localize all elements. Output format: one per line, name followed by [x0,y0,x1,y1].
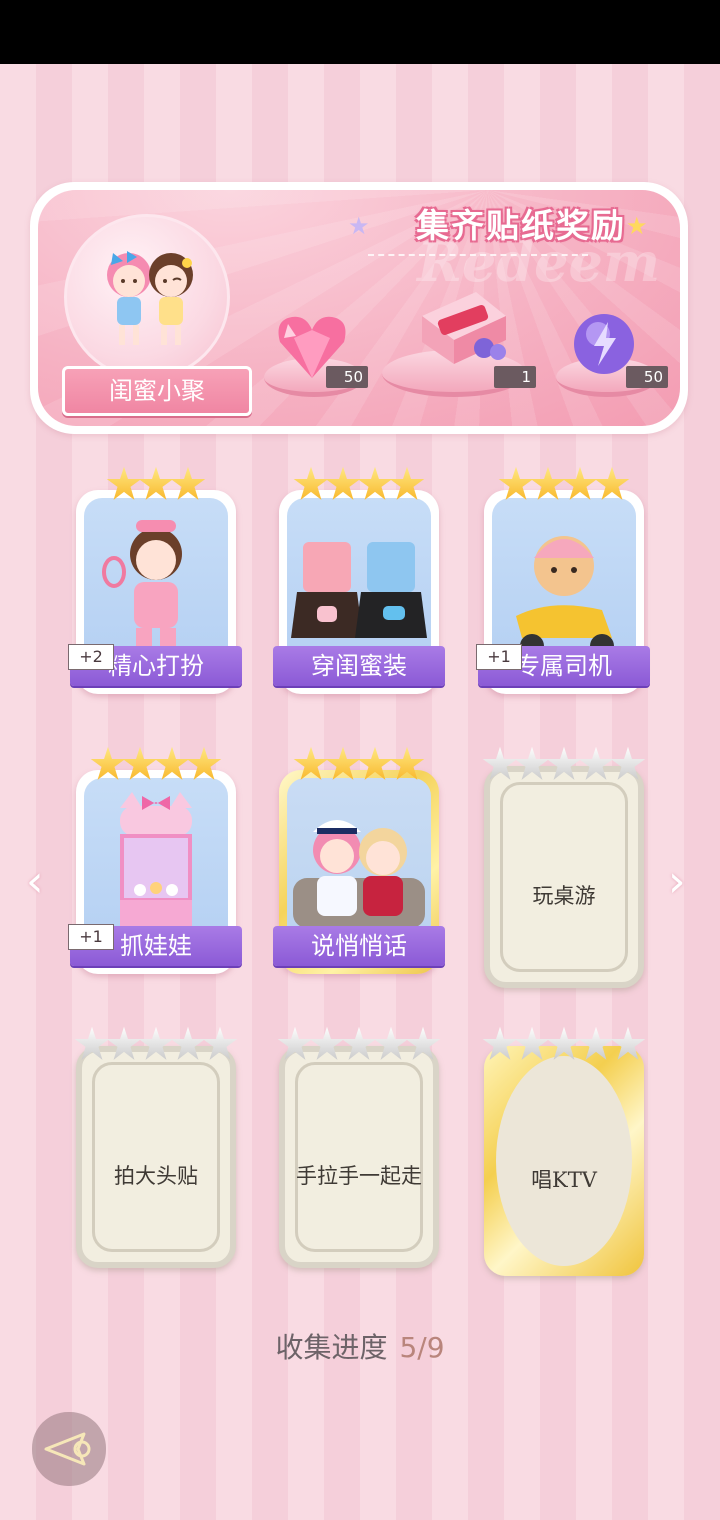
gold-star-icon [357,746,393,780]
grey-star-icon [309,1026,345,1060]
gold-star-icon [138,466,174,500]
sticker-card-claw-machine[interactable]: 抓娃娃 +1 [68,746,242,976]
friends-gathering-label: 闺蜜小聚 [62,366,252,416]
duplicate-count-tag: +2 [68,644,114,670]
grey-star-icon [546,746,582,780]
gold-star-icon [293,466,329,500]
card-stars [482,746,646,786]
grey-star-icon [610,746,646,780]
star-icon: ★ [348,212,370,240]
chevron-left-icon[interactable]: ‹ [26,856,44,907]
sticker-card-walk-hand-in-hand[interactable]: 手拉手一起走 [277,1026,441,1282]
grey-star-icon [546,1026,582,1060]
gold-star-icon [293,746,329,780]
gold-star-icon [186,746,222,780]
progress-label: 收集进度 [275,1331,388,1364]
sticker-card-dress-up[interactable]: 精心打扮 +2 [68,466,242,696]
card-stars [76,746,236,786]
card-name: 唱KTV [531,1168,597,1192]
card-stars [277,1026,441,1066]
sticker-card-whisper[interactable]: 说悄悄话 [273,746,445,976]
grey-star-icon [74,1026,110,1060]
gold-star-icon [154,746,190,780]
gold-star-icon [106,466,142,500]
reward-count: 1 [494,366,536,388]
card-name: 穿闺蜜装 [273,646,445,686]
gold-star-icon [90,746,126,780]
collection-progress: 收集进度 5/9 [0,1326,720,1366]
grey-star-icon [106,1026,142,1060]
reward-banner: Redeem ★ ★ 集齐贴纸奖励 闺蜜小聚 50 1 50 [30,182,688,434]
gold-star-icon [170,466,206,500]
gold-star-icon [498,466,534,500]
banner-title: 集齐贴纸奖励 [416,206,626,245]
grey-star-icon [138,1026,174,1060]
card-name: 拍大头贴 [114,1164,198,1188]
grey-star-icon [170,1026,206,1060]
duplicate-count-tag: +1 [476,644,522,670]
card-stars [279,466,439,506]
gold-star-icon [389,466,425,500]
chevron-right-icon[interactable]: › [668,856,686,907]
reward-count: 50 [626,366,668,388]
card-stars [74,1026,238,1066]
gold-star-icon [530,466,566,500]
grey-star-icon [277,1026,313,1060]
gold-star-icon [325,466,361,500]
grey-star-icon [514,1026,550,1060]
grey-star-icon [373,1026,409,1060]
back-button[interactable] [32,1412,106,1486]
card-name: 说悄悄话 [273,926,445,966]
reward-count: 50 [326,366,368,388]
gift-box-icon [422,292,506,364]
grey-star-icon [202,1026,238,1060]
progress-value: 5/9 [399,1331,445,1364]
sticker-card-karaoke[interactable]: 唱KTV [482,1026,646,1282]
grey-star-icon [405,1026,441,1060]
gold-star-icon [562,466,598,500]
sticker-card-bestie-outfit[interactable]: 穿闺蜜装 [273,466,445,696]
duplicate-count-tag: +1 [68,924,114,950]
grey-star-icon [514,746,550,780]
grey-star-icon [341,1026,377,1060]
friends-gathering-badge[interactable] [64,214,230,380]
card-stars [482,1026,646,1066]
grey-star-icon [578,1026,614,1060]
card-name: 玩桌游 [532,884,596,908]
sticker-card-photo-booth[interactable]: 拍大头贴 [74,1026,238,1282]
card-stars [279,746,439,786]
card-stars [484,466,644,506]
friends-illustration [107,251,193,345]
card-stars [76,466,236,506]
grey-star-icon [578,746,614,780]
card-name: 手拉手一起走 [296,1164,422,1188]
sticker-card-private-driver[interactable]: 专属司机 +1 [476,466,650,696]
gold-star-icon [389,746,425,780]
grey-star-icon [610,1026,646,1060]
sticker-card-board-games[interactable]: 玩桌游 [482,746,646,998]
status-bar [0,0,720,64]
back-arrow-icon [44,1432,91,1466]
grey-star-icon [482,1026,518,1060]
gold-star-icon [122,746,158,780]
gold-star-icon [325,746,361,780]
grey-star-icon [482,746,518,780]
gold-star-icon [357,466,393,500]
gold-star-icon [594,466,630,500]
